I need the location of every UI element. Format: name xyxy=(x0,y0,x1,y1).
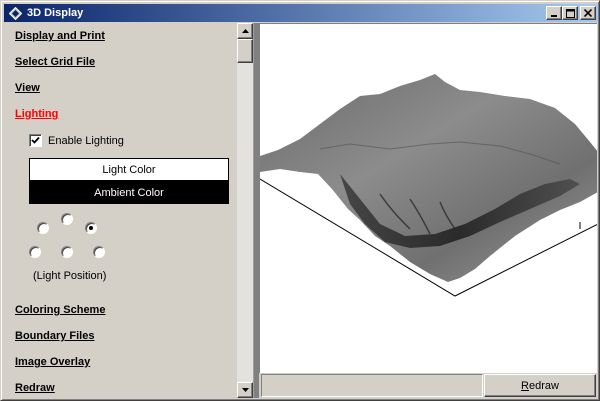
title-bar[interactable]: 3D Display xyxy=(4,4,598,22)
diamond-app-icon[interactable] xyxy=(7,5,23,21)
light-color-button[interactable]: Light Color xyxy=(29,158,229,181)
light-position-radio-bottom-left[interactable] xyxy=(29,246,41,258)
light-position-radio-top-center[interactable] xyxy=(61,213,73,225)
arrow-up-icon xyxy=(241,29,249,33)
redraw-accelerator: R xyxy=(521,379,529,392)
section-boundary-files[interactable]: Boundary Files xyxy=(15,330,94,342)
checkmark-icon xyxy=(31,136,40,144)
section-display-and-print[interactable]: Display and Print xyxy=(15,30,105,42)
minimize-icon xyxy=(551,15,557,17)
maximize-button[interactable] xyxy=(562,6,578,20)
section-redraw[interactable]: Redraw xyxy=(15,382,55,394)
light-position-radio-bottom-right[interactable] xyxy=(93,246,105,258)
close-icon xyxy=(584,9,592,17)
light-position-label: (Light Position) xyxy=(33,270,107,282)
options-panel: Display and Print Select Grid File View … xyxy=(5,23,237,398)
enable-lighting-label: Enable Lighting xyxy=(48,134,124,147)
scroll-down-button[interactable] xyxy=(237,382,253,398)
enable-lighting-row[interactable]: Enable Lighting xyxy=(29,134,124,147)
redraw-button[interactable]: Redraw xyxy=(484,374,596,397)
options-scrollbar[interactable] xyxy=(237,23,253,398)
status-field xyxy=(261,374,483,397)
section-coloring-scheme[interactable]: Coloring Scheme xyxy=(15,304,105,316)
section-image-overlay[interactable]: Image Overlay xyxy=(15,356,90,368)
section-lighting[interactable]: Lighting xyxy=(15,108,58,120)
3d-view-canvas[interactable] xyxy=(259,23,597,373)
redraw-label: edraw xyxy=(528,379,559,392)
section-view[interactable]: View xyxy=(15,82,40,94)
window-title: 3D Display xyxy=(27,7,84,19)
radio-selected-dot xyxy=(89,226,93,230)
terrain-surface-render xyxy=(260,74,597,297)
terrain-surface xyxy=(260,74,597,282)
section-select-grid-file[interactable]: Select Grid File xyxy=(15,56,95,68)
light-position-radio-bottom-center[interactable] xyxy=(61,246,73,258)
maximize-icon xyxy=(565,8,575,18)
scroll-thumb[interactable] xyxy=(237,39,253,63)
scroll-up-button[interactable] xyxy=(237,23,253,39)
light-position-radio-top-left[interactable] xyxy=(37,222,49,234)
light-position-radio-top-right[interactable] xyxy=(85,222,97,234)
app-window: 3D Display Display and Print Select Grid… xyxy=(0,0,600,401)
close-button[interactable] xyxy=(580,6,596,20)
enable-lighting-checkbox[interactable] xyxy=(29,134,42,147)
ambient-color-button[interactable]: Ambient Color xyxy=(29,181,229,204)
minimize-button[interactable] xyxy=(546,6,562,20)
arrow-down-icon xyxy=(241,388,249,392)
